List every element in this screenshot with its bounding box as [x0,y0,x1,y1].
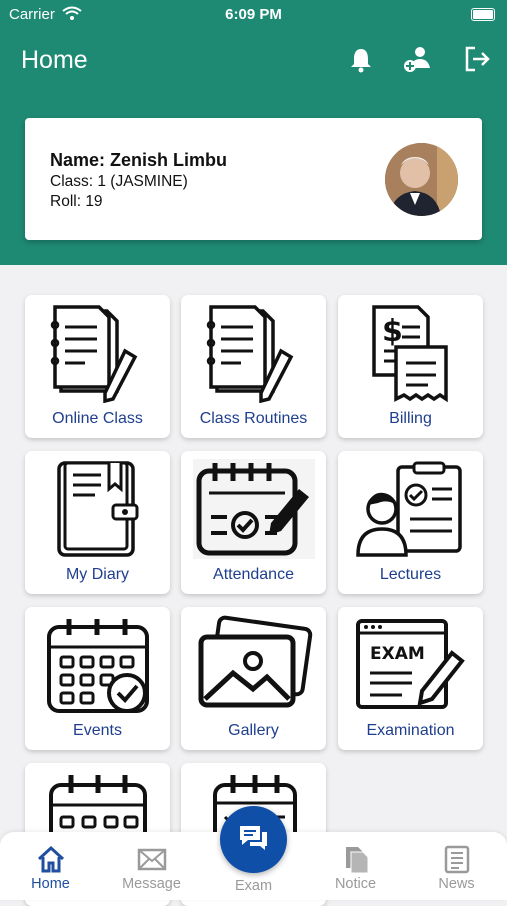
logout-icon[interactable] [462,44,492,74]
tile-label: Attendance [213,566,294,583]
svg-text:EXAM: EXAM [370,644,425,664]
nav-home[interactable]: Home [0,832,101,900]
student-roll: Roll: 19 [50,193,103,210]
invoice-receipt-icon: $ [372,305,448,403]
documents-icon [346,847,369,874]
home-icon [37,845,65,873]
add-user-icon[interactable] [402,44,432,74]
tile-label: Billing [389,410,432,427]
notebook-pencil-icon [50,305,138,403]
tile-events[interactable]: Events [25,607,170,750]
tile-lectures[interactable]: Lectures [338,451,483,594]
exam-fab-button[interactable] [220,806,287,873]
tile-online-class[interactable]: Online Class [25,295,170,438]
lecturer-clipboard-icon [356,461,462,557]
nav-message[interactable]: Message [101,832,202,900]
tile-my-diary[interactable]: My Diary [25,451,170,594]
student-class: Class: 1 (JASMINE) [50,173,188,190]
tile-billing[interactable]: $ Billing [338,295,483,438]
battery-icon [471,8,495,21]
diary-icon [57,461,139,557]
tile-label: Events [73,722,122,739]
nav-notice[interactable]: Notice [305,832,406,900]
avatar [385,143,458,216]
exam-paper-pencil-icon: EXAM [356,619,465,709]
calendar-check-icon [47,619,149,713]
status-bar: Carrier 6:09 PM [0,0,507,30]
tile-label: Gallery [228,722,279,739]
tile-attendance[interactable]: Attendance [181,451,326,594]
attendance-calendar-check-icon [193,459,315,559]
nav-label-exam: Exam [234,878,273,894]
bell-icon[interactable] [346,44,376,74]
tile-label: Lectures [379,566,442,583]
page-title: Home [21,46,88,74]
tile-examination[interactable]: EXAM Examination [338,607,483,750]
tile-class-routines[interactable]: Class Routines [181,295,326,438]
newspaper-icon [444,845,470,874]
profile-card[interactable]: Name: Zenish Limbu Class: 1 (JASMINE) Ro… [25,118,482,240]
nav-label: Home [31,876,70,892]
student-name: Name: Zenish Limbu [50,150,228,170]
nav-news[interactable]: News [406,832,507,900]
notebook-pencil-icon [206,305,294,403]
tile-gallery[interactable]: Gallery [181,607,326,750]
nav-label: Notice [334,876,377,892]
tile-label: Class Routines [199,410,308,427]
nav-label: News [438,876,475,892]
tile-label: Examination [366,722,455,739]
nav-label: Message [122,876,181,892]
status-time: 6:09 PM [225,6,282,23]
gallery-image-icon [198,615,313,708]
svg-text:$: $ [382,314,403,349]
tile-label: Online Class [52,410,143,427]
tile-label: My Diary [65,566,130,583]
mail-icon [137,848,167,871]
chat-bubbles-icon [240,826,267,850]
